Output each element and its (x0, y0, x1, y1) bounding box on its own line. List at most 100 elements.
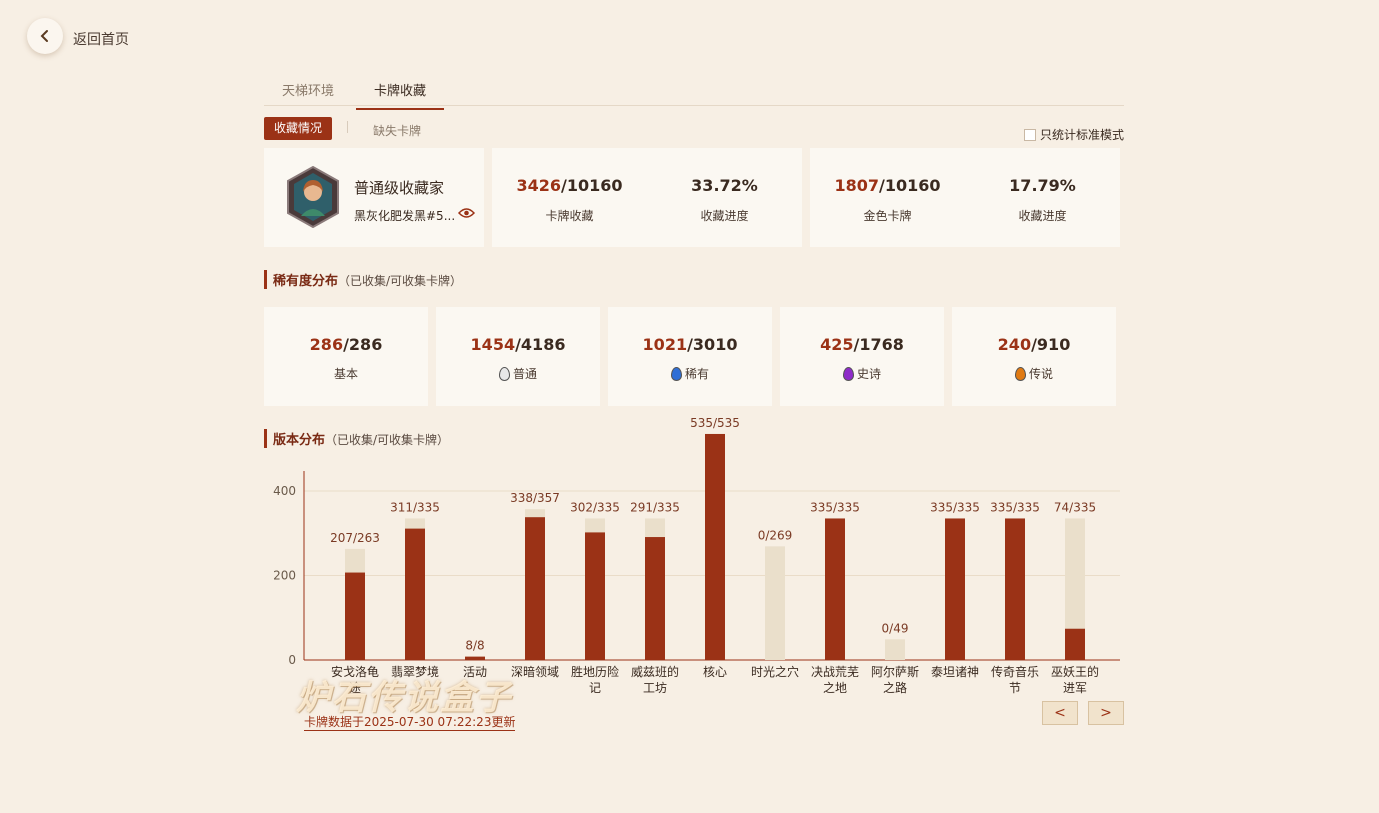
rarity-label-row: 普通 (436, 365, 600, 382)
rarity-owned: 425 (820, 335, 854, 354)
rarity-card-basic: 286/286 基本 (264, 307, 428, 406)
watermark-logo: 炉石传说盒子 (296, 678, 512, 718)
player-name: 黑灰化肥发黑#5... (354, 209, 456, 223)
x-tick-label: 泰坦诸神 (931, 665, 979, 679)
rarity-label-row: 稀有 (608, 365, 772, 382)
cards-collected-count: 3426/10160 (492, 176, 647, 195)
rarity-count: 1021/3010 (608, 335, 772, 354)
rarity-card-epic: 425/1768 史诗 (780, 307, 944, 406)
rarity-total: /286 (343, 335, 383, 354)
bar-owned (825, 518, 845, 660)
bar-value-label: 8/8 (465, 639, 484, 653)
golden-total: /10160 (879, 176, 941, 195)
standard-only-checkbox[interactable]: 只统计标准模式 (1024, 126, 1124, 143)
rarity-count: 240/910 (952, 335, 1116, 354)
bar-value-label: 335/335 (810, 500, 860, 514)
checkbox-box[interactable] (1024, 128, 1036, 141)
bar-value-label: 0/269 (758, 528, 793, 542)
rarity-title: 稀有度分布 (273, 274, 339, 289)
tab-ladder-meta[interactable]: 天梯环境 (282, 80, 334, 108)
rare-gem-icon (670, 366, 682, 381)
bar-total (765, 546, 785, 660)
x-tick-label: 阿尔萨斯 (871, 664, 919, 679)
golden-stats-card: 1807/10160 金色卡牌 17.79% 收藏进度 (810, 148, 1120, 247)
rarity-owned: 1021 (642, 335, 688, 354)
tab-card-collection[interactable]: 卡牌收藏 (356, 80, 445, 110)
x-tick-label: 深暗领域 (511, 664, 559, 679)
rarity-owned: 240 (997, 335, 1032, 354)
x-tick-label: 核心 (703, 665, 727, 679)
update-timestamp-link[interactable]: 卡牌数据于2025-07-30 07:22:23更新 (304, 713, 516, 731)
rarity-card-legendary: 240/910 传说 (952, 307, 1116, 406)
bar-owned (705, 433, 725, 660)
cards-stats-card: 3426/10160 卡牌收藏 33.72% 收藏进度 (492, 148, 802, 247)
subtab-divider (347, 121, 348, 133)
collector-title: 普通级收藏家 (354, 179, 445, 197)
x-tick-label: 之路 (883, 680, 907, 695)
rarity-label-row: 基本 (264, 365, 428, 382)
version-bar-chart: 0200400207/263安戈洛龟途311/335翡翠梦境8/8活动338/3… (273, 416, 1120, 695)
legendary-gem-icon (1014, 366, 1026, 381)
y-tick-label: 0 (288, 653, 296, 667)
bar-value-label: 207/263 (330, 531, 380, 545)
rarity-total: /4186 (515, 335, 566, 354)
prev-page-button[interactable]: < (1042, 701, 1078, 725)
bar-value-label: 535/535 (690, 416, 740, 430)
rarity-note: （已收集/可收集卡牌） (338, 274, 463, 288)
x-tick-label: 之地 (823, 681, 847, 695)
x-tick-label: 进军 (1063, 681, 1087, 695)
bar-total (885, 639, 905, 660)
bar-value-label: 0/49 (882, 621, 909, 635)
rarity-label: 传说 (1028, 367, 1053, 381)
y-tick-label: 400 (273, 484, 296, 498)
subtab-collection-status[interactable]: 收藏情况 (264, 117, 332, 140)
golden-collected-label: 金色卡牌 (863, 209, 912, 223)
rarity-count: 1454/4186 (436, 335, 600, 354)
rarity-total: /910 (1031, 335, 1071, 354)
rarity-total: /1768 (853, 335, 904, 354)
rarity-section-title: 稀有度分布（已收集/可收集卡牌） (264, 270, 462, 289)
golden-progress-label: 收藏进度 (1018, 209, 1067, 223)
rarity-card-rare: 1021/3010 稀有 (608, 307, 772, 406)
common-gem-icon (498, 366, 510, 381)
x-tick-label: 决战荒芜 (811, 665, 859, 679)
profile-card: 普通级收藏家 黑灰化肥发黑#5... (264, 148, 484, 247)
subtab-missing-cards[interactable]: 缺失卡牌 (373, 122, 421, 139)
bar-value-label: 291/335 (630, 500, 680, 514)
cards-owned: 3426 (516, 176, 561, 195)
rarity-label: 基本 (333, 367, 358, 381)
rarity-label-row: 史诗 (780, 365, 944, 382)
rarity-total: /3010 (687, 335, 738, 354)
bar-owned (945, 518, 965, 660)
main-tabs: 天梯环境 卡牌收藏 (264, 72, 1124, 110)
bar-owned (465, 656, 485, 660)
bar-owned (525, 517, 545, 660)
rarity-count: 286/286 (264, 335, 428, 354)
next-page-button[interactable]: > (1088, 701, 1124, 725)
epic-gem-icon (842, 366, 854, 381)
x-tick-label: 时光之穴 (751, 664, 799, 679)
chevron-left-icon (40, 30, 48, 42)
rarity-label: 稀有 (684, 367, 709, 381)
cards-progress-pct: 33.72% (691, 176, 758, 195)
eye-icon[interactable] (458, 207, 475, 219)
x-tick-label: 胜地历险 (571, 664, 619, 679)
bar-owned (405, 528, 425, 660)
golden-progress-pct: 17.79% (1009, 176, 1076, 195)
rarity-label: 普通 (512, 367, 537, 381)
bar-owned (1065, 628, 1085, 660)
bar-value-label: 335/335 (990, 500, 1040, 514)
bar-owned (645, 537, 665, 660)
rarity-count: 425/1768 (780, 335, 944, 354)
bar-owned (1005, 518, 1025, 660)
bar-value-label: 335/335 (930, 500, 980, 514)
y-tick-label: 200 (273, 569, 296, 583)
back-label[interactable]: 返回首页 (73, 29, 129, 49)
standard-only-label: 只统计标准模式 (1040, 128, 1125, 142)
cards-progress-label: 收藏进度 (700, 209, 749, 223)
back-button[interactable] (27, 18, 63, 54)
x-tick-label: 记 (589, 681, 601, 695)
rarity-card-common: 1454/4186 普通 (436, 307, 600, 406)
x-tick-label: 巫妖王的 (1051, 664, 1099, 679)
bar-owned (585, 532, 605, 660)
